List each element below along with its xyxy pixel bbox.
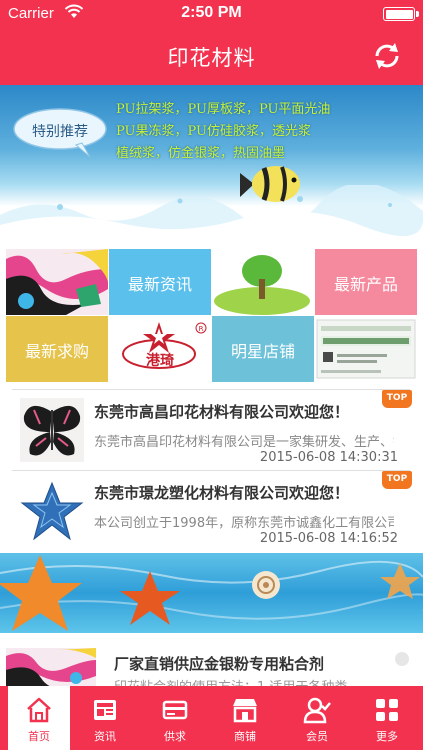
news-date: 2015-06-08 14:16:52 xyxy=(259,531,398,546)
refresh-icon[interactable] xyxy=(371,40,403,72)
news-excerpt: 本公司创立于1998年，原称东莞市诚鑫化工有限公司 xyxy=(94,516,394,531)
tab-label: 更多 xyxy=(376,730,398,743)
news-title: 东莞市高昌印花材料有限公司欢迎您！ xyxy=(94,403,350,421)
member-icon xyxy=(303,697,331,724)
promo-line: PU果冻浆，PU仿硅胶浆，透光浆 xyxy=(116,124,311,139)
brand-logo-image: R xyxy=(122,322,207,369)
pattern-thumbnail xyxy=(6,648,96,686)
green-tree-image xyxy=(212,249,314,315)
news-title: 东莞市璟龙塑化材料有限公司欢迎您！ xyxy=(94,484,350,502)
indicator-dot xyxy=(395,652,409,666)
fish-graphic xyxy=(240,166,300,202)
shop-icon xyxy=(233,699,257,723)
latest-products-label: 最新产品 xyxy=(333,275,398,294)
category-grid: 最新资讯 最新产品 最新求购 R 港琦 明星店铺 xyxy=(6,249,418,382)
latest-purchase-label: 最新求购 xyxy=(24,342,89,361)
latest-news-label: 最新资讯 xyxy=(127,275,192,294)
battery-icon xyxy=(383,7,419,21)
page-title: 印花材料 xyxy=(167,46,256,70)
tab-supply[interactable]: 供求 xyxy=(144,686,206,750)
tab-more[interactable]: 更多 xyxy=(356,686,418,750)
supply-icon xyxy=(162,700,188,720)
news-title: 厂家直销供应金银粉专用粘合剂 xyxy=(114,655,325,673)
promo-banner[interactable]: 特别推荐 PU拉架浆，PU厚板浆，PU平面光油 PU果冻浆，PU仿硅胶浆，透光浆… xyxy=(0,85,423,245)
starfish-ad-banner[interactable] xyxy=(0,553,423,633)
tree-thumbnail[interactable] xyxy=(212,249,314,315)
tab-label: 商铺 xyxy=(234,730,256,743)
news-item[interactable]: 厂家直销供应金银粉专用粘合剂 印花粘合剂的使用方法：1.适用于各种类 xyxy=(0,638,423,686)
promo-text: PU拉架浆，PU厚板浆，PU平面光油 PU果冻浆，PU仿硅胶浆，透光浆 植绒浆，… xyxy=(116,99,416,165)
star-shops-tile[interactable]: 明星店铺 xyxy=(212,316,314,382)
news-excerpt: 东莞市高昌印花材料有限公司是一家集研发、生产、销售于一体的企业 xyxy=(94,435,394,450)
promo-line: PU拉架浆，PU厚板浆，PU平面光油 xyxy=(116,102,331,117)
tab-bar: 首页 资讯 供求 商铺 会员 更多 xyxy=(0,686,423,750)
tab-label: 首页 xyxy=(28,730,50,743)
brand-logo-text: 港琦 xyxy=(146,353,174,369)
news-icon xyxy=(94,700,116,720)
top-badge: TOP xyxy=(382,390,412,408)
tab-shop[interactable]: 商铺 xyxy=(214,686,276,750)
news-item[interactable]: 东莞市璟龙塑化材料有限公司欢迎您！ 本公司创立于1998年，原称东莞市诚鑫化工有… xyxy=(12,470,412,550)
butterfly-thumbnail xyxy=(20,398,84,462)
tab-news[interactable]: 资讯 xyxy=(74,686,136,750)
starfish-thumbnail xyxy=(20,479,84,543)
ad-thumbnail[interactable] xyxy=(315,316,417,382)
more-grid-icon xyxy=(376,699,398,721)
status-bar: Carrier 2:50 PM xyxy=(0,0,423,28)
brand-logo-tile[interactable]: R 港琦 xyxy=(109,316,211,382)
water-splash-graphic xyxy=(0,185,423,245)
news-item[interactable]: 东莞市高昌印花材料有限公司欢迎您！ 东莞市高昌印花材料有限公司是一家集研发、生产… xyxy=(12,389,412,469)
special-recommend-label: 特别推荐 xyxy=(32,124,88,140)
nav-bar: 印花材料 xyxy=(0,28,423,85)
top-badge: TOP xyxy=(382,471,412,489)
news-date: 2015-06-08 14:30:31 xyxy=(259,450,398,465)
tab-label: 供求 xyxy=(164,730,186,743)
clock: 2:50 PM xyxy=(181,4,242,21)
home-icon xyxy=(27,697,51,723)
latest-news-tile[interactable]: 最新资讯 xyxy=(109,249,211,315)
svg-text:R: R xyxy=(199,325,204,333)
colorful-pattern-image xyxy=(6,249,108,315)
company-ad-image xyxy=(316,319,416,379)
tab-home[interactable]: 首页 xyxy=(8,686,70,750)
pattern-thumbnail[interactable] xyxy=(6,249,108,315)
starfish-ad-image xyxy=(0,555,423,631)
latest-purchase-tile[interactable]: 最新求购 xyxy=(6,316,108,382)
tab-label: 资讯 xyxy=(94,730,116,743)
star-shops-label: 明星店铺 xyxy=(230,342,295,361)
tab-label: 会员 xyxy=(306,730,328,743)
tab-member[interactable]: 会员 xyxy=(286,686,348,750)
latest-products-tile[interactable]: 最新产品 xyxy=(315,249,417,315)
news-excerpt: 印花粘合剂的使用方法：1.适用于各种类 xyxy=(114,676,414,686)
